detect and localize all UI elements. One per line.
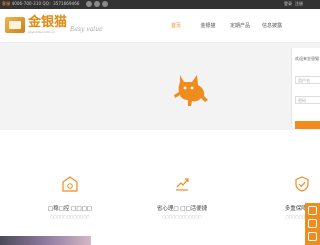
contact-text: 4006-700-310 QQ：3571669466 — [11, 1, 80, 6]
back-to-top-icon[interactable] — [308, 232, 317, 241]
contact-label: 客服 — [2, 1, 11, 6]
username-field[interactable]: 用户名 — [295, 76, 320, 84]
features-section: □稳□控 □□□□ □□□□□□□□□□□□ 省心理□ □□活便捷 □□□□□□… — [0, 130, 320, 223]
logo[interactable]: 金银猫 jinyinmao.com.cn — [5, 16, 67, 34]
register-link[interactable]: 注册 — [295, 1, 303, 7]
slogan: Easy value — [70, 26, 103, 33]
nav-item-about[interactable]: 金银猫 — [192, 9, 224, 43]
nav-item-disclosure[interactable]: 信息披露 — [256, 9, 288, 43]
login-link[interactable]: 登录 — [284, 1, 292, 7]
feature-item-safety: □稳□控 □□□□ □□□□□□□□□□□□ — [40, 176, 100, 219]
auth-links: 登录 注册 — [284, 1, 303, 7]
qq-icon[interactable] — [86, 1, 92, 7]
phone-icon[interactable] — [308, 206, 317, 215]
feature-desc: □□□□□□□□□□□□ — [50, 215, 90, 219]
password-placeholder: 密码 — [298, 98, 306, 103]
nav-item-products[interactable]: 定期产品 — [224, 9, 256, 43]
check-shield-icon — [295, 176, 309, 192]
username-placeholder: 用户名 — [298, 78, 310, 83]
contact-info: 客服 4006-700-310 QQ：3571669466 — [2, 1, 80, 7]
feature-label: □稳□控 □□□□ — [48, 206, 92, 212]
weibo-icon[interactable] — [102, 1, 108, 7]
feature-desc: □□□□□□□□□□□□ — [162, 215, 202, 219]
social-icons — [86, 1, 108, 7]
password-field[interactable]: 密码 — [295, 96, 320, 104]
promo-image-strip[interactable] — [0, 236, 91, 245]
login-panel: 欢迎来金银猫 用户名 密码 — [291, 48, 320, 129]
growth-chart-icon — [176, 178, 189, 191]
main-nav: 首页 金银猫 定期产品 信息披露 — [160, 9, 288, 43]
cat-mascot-icon — [174, 75, 208, 106]
floating-sidebar — [305, 203, 320, 245]
logo-mark-icon — [5, 17, 25, 33]
feature-item-convenient: 省心理□ □□活便捷 □□□□□□□□□□□□ — [152, 176, 212, 219]
top-bar: 客服 4006-700-310 QQ：3571669466 登录 注册 — [0, 0, 320, 9]
login-title: 欢迎来金银猫 — [295, 56, 319, 61]
nav-item-home[interactable]: 首页 — [160, 9, 192, 43]
wechat-icon[interactable] — [94, 1, 100, 7]
feature-label: 省心理□ □□活便捷 — [156, 206, 208, 212]
login-submit-button[interactable] — [295, 121, 320, 129]
qrcode-icon[interactable] — [308, 219, 317, 228]
brand-sub: jinyinmao.com.cn — [28, 30, 55, 34]
hero-banner — [0, 43, 320, 130]
brand-name: 金银猫 — [28, 15, 68, 30]
house-shield-icon — [62, 176, 78, 192]
